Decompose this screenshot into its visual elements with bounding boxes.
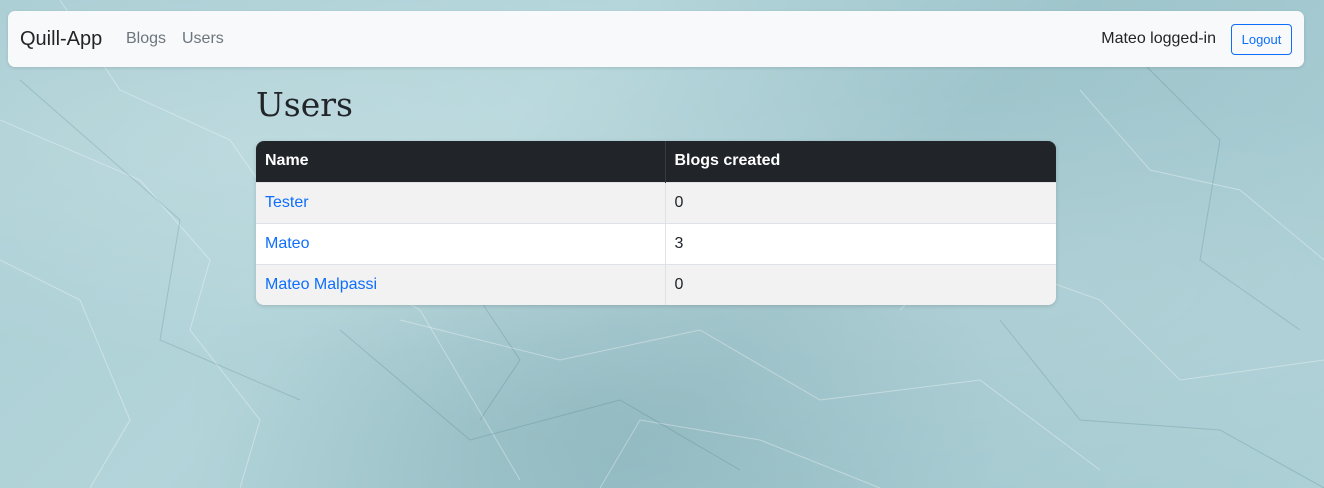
- logout-button[interactable]: Logout: [1231, 24, 1292, 55]
- column-header-name: Name: [256, 141, 665, 182]
- name-cell: Mateo: [256, 222, 665, 264]
- blogs-count-cell: 0: [664, 181, 1056, 223]
- user-link[interactable]: Tester: [265, 194, 309, 211]
- login-status: Mateo logged-in: [1101, 30, 1216, 47]
- page-title: Users: [256, 85, 353, 124]
- table-header-row: Name Blogs created: [256, 141, 1056, 182]
- table-row: Mateo 3: [256, 222, 1056, 264]
- nav-link-users[interactable]: Users: [182, 29, 224, 49]
- user-link[interactable]: Mateo Malpassi: [265, 276, 377, 293]
- blogs-count-cell: 3: [664, 222, 1056, 264]
- user-link[interactable]: Mateo: [265, 235, 309, 252]
- name-cell: Tester: [256, 181, 665, 223]
- table-row: Tester 0: [256, 181, 1056, 223]
- top-navbar: Quill-App Blogs Users Mateo logged-in Lo…: [8, 11, 1304, 67]
- nav-link-blogs[interactable]: Blogs: [126, 29, 166, 49]
- name-cell: Mateo Malpassi: [256, 263, 665, 305]
- column-header-blogs-created: Blogs created: [664, 141, 1056, 182]
- brand-link[interactable]: Quill-App: [20, 27, 102, 51]
- users-table-container: Name Blogs created Tester 0 Mateo 3 Mate…: [256, 141, 1056, 305]
- table-row: Mateo Malpassi 0: [256, 263, 1056, 305]
- blogs-count-cell: 0: [664, 263, 1056, 305]
- users-table: Name Blogs created Tester 0 Mateo 3 Mate…: [256, 141, 1056, 305]
